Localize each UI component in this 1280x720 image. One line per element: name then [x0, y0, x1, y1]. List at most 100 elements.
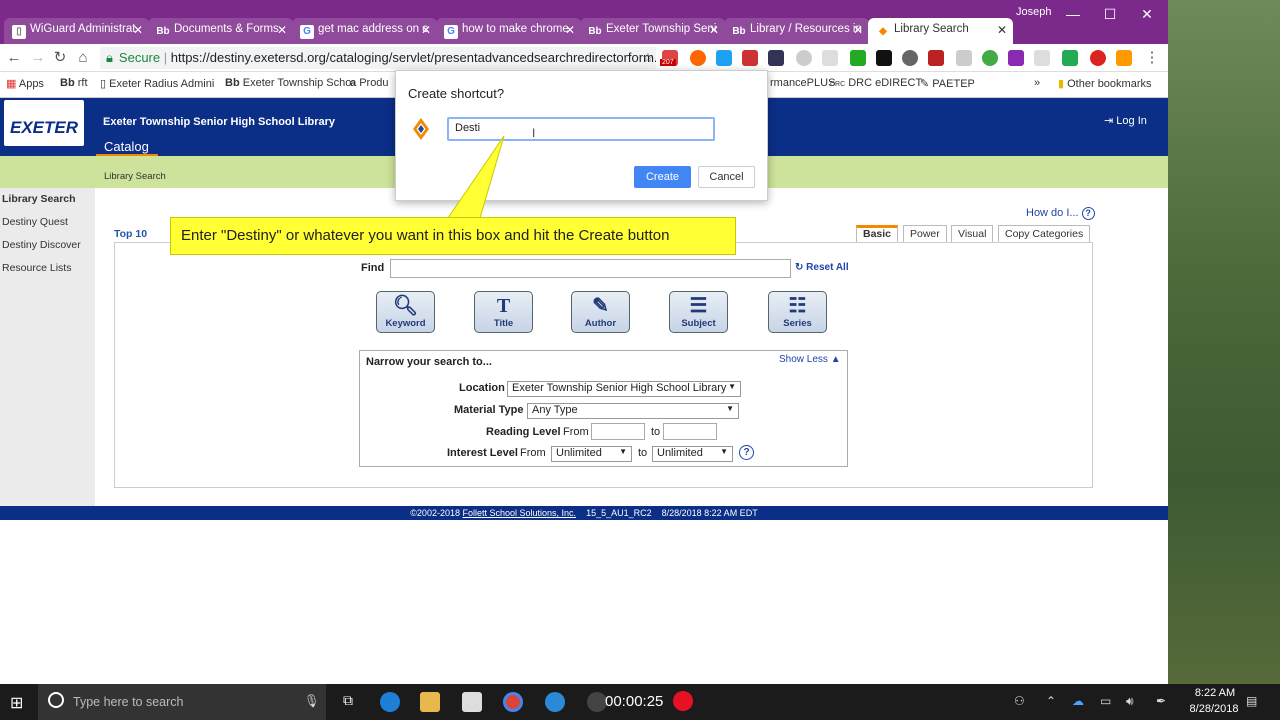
extension-icon[interactable] [768, 50, 784, 66]
app-icon[interactable] [545, 692, 565, 712]
find-input[interactable] [390, 259, 791, 278]
browser-tab[interactable]: Ghow to make chrome ✕ [436, 18, 581, 44]
stop-recording-icon[interactable] [673, 691, 693, 711]
people-icon[interactable]: ⚇ [1014, 694, 1025, 708]
recorder-icon[interactable] [587, 692, 607, 712]
forward-icon[interactable]: → [28, 48, 48, 68]
show-less-link[interactable]: Show Less ▲ [779, 354, 841, 365]
browser-tab-active[interactable]: ◆ Library Search ✕ [868, 18, 1013, 44]
interest-to-select[interactable]: Unlimited ▼ [652, 446, 733, 462]
battery-icon[interactable]: ▭ [1100, 694, 1111, 708]
pen-icon[interactable]: ✒ [1156, 694, 1166, 708]
login-link[interactable]: ⇥ Log In [1104, 114, 1147, 127]
bookmark-drc[interactable]: DRC DRC eDIRECT [830, 77, 922, 89]
task-view-icon[interactable]: ⧉ [338, 692, 358, 712]
close-icon[interactable]: ✕ [853, 23, 863, 37]
reload-icon[interactable]: ↻ [50, 48, 70, 68]
extension-icon[interactable] [928, 50, 944, 66]
close-icon[interactable]: ✕ [565, 23, 575, 37]
volume-icon[interactable]: 🔊︎ [1126, 694, 1134, 709]
close-icon[interactable]: ✕ [277, 23, 287, 37]
bookmark-paetep[interactable]: ✎ PAETEP [920, 77, 975, 90]
tab-copy-categories[interactable]: Copy Categories [998, 225, 1091, 242]
question-icon[interactable]: ? [739, 445, 754, 460]
drive-icon[interactable] [716, 50, 732, 66]
bookmark-amazon[interactable]: a Produ [350, 77, 389, 89]
bookmark-radius[interactable]: ▯ Exeter Radius Admini [100, 77, 214, 90]
extension-icon[interactable] [1008, 50, 1024, 66]
back-icon[interactable]: ← [4, 48, 24, 68]
subject-search-button[interactable]: ☰ Subject [669, 291, 728, 333]
address-bar[interactable]: 🔒︎ Secure | https://destiny.exetersd.org/… [100, 47, 656, 69]
extension-icon[interactable] [902, 50, 918, 66]
close-icon[interactable]: ✕ [709, 23, 719, 37]
clock-time[interactable]: 8:22 AM [1190, 687, 1240, 699]
reading-to-input[interactable] [663, 423, 717, 440]
sidebar-item-destiny-quest[interactable]: Destiny Quest [2, 216, 68, 228]
windows-start-icon[interactable]: ⊞ [10, 693, 28, 712]
browser-tab[interactable]: Bb Documents & Forms ✕ [148, 18, 293, 44]
browser-tab[interactable]: Gget mac address on c ✕ [292, 18, 437, 44]
maximize-icon[interactable]: ☐ [1095, 6, 1125, 23]
bookmark-rft[interactable]: Bb rft [60, 77, 88, 89]
taskbar-search[interactable]: Type here to search 🎙︎ [38, 684, 326, 720]
close-icon[interactable]: ✕ [133, 23, 143, 37]
bookmark-performanceplus[interactable]: rmancePLUS [770, 77, 835, 89]
extension-icon[interactable] [982, 50, 998, 66]
edge-icon[interactable] [380, 692, 400, 712]
tab-basic[interactable]: Basic [856, 225, 899, 242]
extension-icon[interactable] [742, 50, 758, 66]
chrome-icon[interactable] [503, 692, 523, 712]
menu-icon[interactable]: ⋮ [1142, 48, 1162, 68]
title-search-button[interactable]: T Title [474, 291, 533, 333]
extension-icon[interactable] [850, 50, 866, 66]
extension-icon[interactable] [822, 50, 838, 66]
sidebar-item-destiny-discover[interactable]: Destiny Discover [2, 239, 81, 251]
app-icon[interactable] [462, 692, 482, 712]
tab-catalog[interactable]: Catalog [104, 139, 149, 154]
reset-all-link[interactable]: ↻ Reset All [795, 262, 849, 273]
bookmark-township[interactable]: Bb Exeter Township Scho [225, 77, 351, 89]
star-icon[interactable]: ☆ [638, 48, 658, 68]
browser-tab[interactable]: ▯ WiGuard Administrat ✕ [4, 18, 149, 44]
browser-tab[interactable]: Bb Exeter Township Seni ✕ [580, 18, 725, 44]
clock-date[interactable]: 8/28/2018 [1182, 703, 1246, 715]
reading-from-input[interactable] [591, 423, 645, 440]
follett-link[interactable]: Follett School Solutions, Inc. [462, 508, 576, 518]
location-select[interactable]: Exeter Township Senior High School Libra… [507, 381, 741, 397]
sidebar-item-resource-lists[interactable]: Resource Lists [2, 262, 71, 274]
file-explorer-icon[interactable] [420, 692, 440, 712]
material-type-select[interactable]: Any Type ▼ [527, 403, 739, 419]
cancel-button[interactable]: Cancel [698, 166, 755, 188]
extension-icon[interactable] [876, 50, 892, 66]
close-icon[interactable]: ✕ [997, 23, 1007, 37]
extension-icon[interactable] [1034, 50, 1050, 66]
author-search-button[interactable]: ✎ Author [571, 291, 630, 333]
extension-icon[interactable] [1116, 50, 1132, 66]
help-link[interactable]: How do I... ? [1026, 207, 1095, 220]
extension-icon[interactable] [796, 50, 812, 66]
create-button[interactable]: Create [634, 166, 691, 188]
tab-power[interactable]: Power [903, 225, 947, 242]
minimize-icon[interactable]: — [1058, 6, 1088, 22]
browser-tab[interactable]: Bb Library / Resources in ✕ [724, 18, 869, 44]
more-bookmarks-icon[interactable]: » [1034, 77, 1040, 89]
breadcrumb[interactable]: Library Search [104, 171, 166, 182]
top-10-link[interactable]: Top 10 [114, 228, 147, 240]
extension-icon[interactable] [1062, 50, 1078, 66]
other-bookmarks[interactable]: ▮ Other bookmarks [1058, 77, 1152, 90]
extension-icon[interactable] [1090, 50, 1106, 66]
tab-visual[interactable]: Visual [951, 225, 994, 242]
home-icon[interactable]: ⌂ [73, 48, 93, 68]
onedrive-icon[interactable]: ☁ [1072, 694, 1084, 708]
sidebar-item-library-search[interactable]: Library Search [2, 193, 76, 205]
bookmark-apps[interactable]: ▦ Apps [6, 77, 44, 90]
extension-icon[interactable] [956, 50, 972, 66]
chevron-up-icon[interactable]: ⌃ [1046, 694, 1056, 708]
extension-icon[interactable] [690, 50, 706, 66]
notification-icon[interactable]: ▤ [1246, 694, 1257, 708]
series-search-button[interactable]: ☷ Series [768, 291, 827, 333]
close-icon[interactable]: ✕ [421, 23, 431, 37]
close-window-icon[interactable]: ✕ [1132, 6, 1162, 23]
interest-from-select[interactable]: Unlimited ▼ [551, 446, 632, 462]
